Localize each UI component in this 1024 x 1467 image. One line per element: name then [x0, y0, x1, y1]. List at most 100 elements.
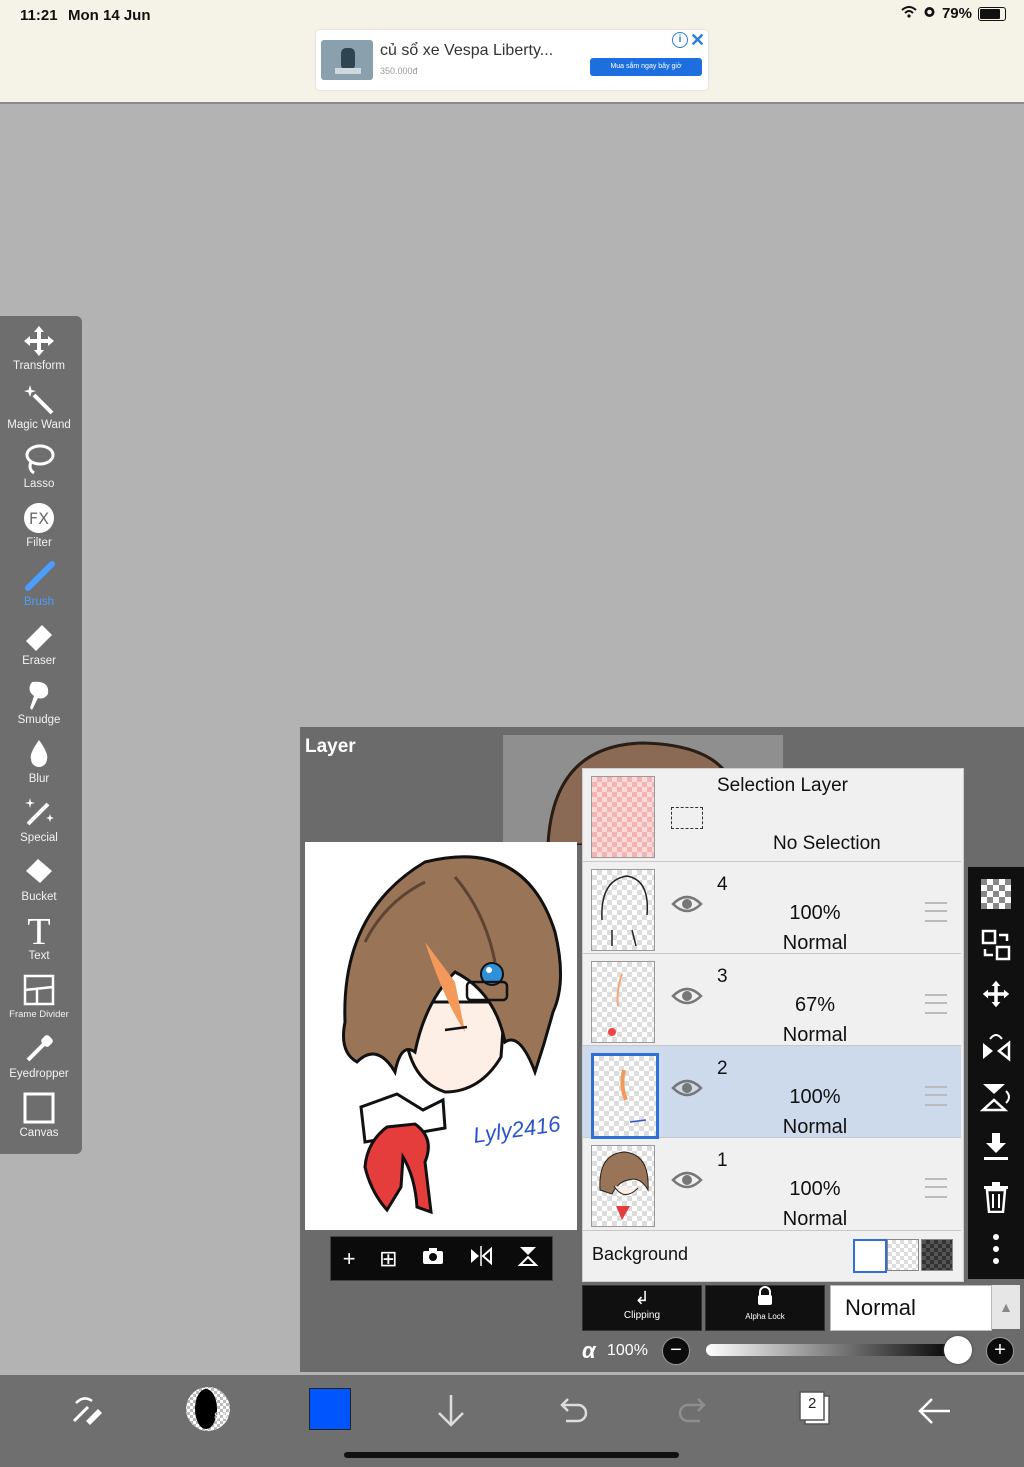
current-color-swatch[interactable]: [309, 1388, 351, 1430]
camera-icon[interactable]: [421, 1246, 445, 1272]
layers-count: 2: [808, 1395, 817, 1412]
alpha-lock-button[interactable]: Alpha Lock: [705, 1285, 825, 1331]
layer-opacity: 100%: [789, 1086, 841, 1108]
drag-handle-icon[interactable]: [925, 902, 947, 922]
tool-label: Canvas: [19, 1127, 59, 1139]
ad-banner[interactable]: củ sổ xe Vespa Liberty... 350.000đ Mua s…: [316, 30, 708, 90]
background-white-swatch[interactable]: [853, 1239, 887, 1273]
chevron-up-icon[interactable]: ▲: [992, 1285, 1020, 1329]
opacity-slider[interactable]: [706, 1344, 958, 1356]
canvas-preview[interactable]: Lyly2416: [305, 842, 577, 1230]
wifi-icon: [901, 5, 917, 22]
flip-vertical-icon[interactable]: [516, 1245, 540, 1273]
selection-layer-thumbnail: [591, 776, 655, 858]
clipping-icon: ↲: [634, 1288, 650, 1308]
tool-eyedropper[interactable]: Eyedropper: [0, 1032, 78, 1091]
layer-blend-mode: Normal: [782, 1208, 848, 1230]
add-layer-square-icon[interactable]: ⊞: [379, 1246, 397, 1272]
brush-icon: [0, 560, 78, 596]
layer-side-rail: [968, 867, 1024, 1279]
tool-blur[interactable]: Blur: [0, 737, 78, 796]
layer-opacity: 100%: [789, 1178, 841, 1200]
ad-image[interactable]: [321, 40, 373, 80]
background-transparent-swatch[interactable]: [887, 1239, 919, 1271]
battery-percent: 79%: [941, 5, 972, 22]
layer-number: 4: [717, 874, 728, 895]
status-right: 79%: [901, 5, 1006, 22]
ad-cta-button[interactable]: Mua sắm ngay bây giờ: [590, 58, 702, 76]
tool-label: Eyedropper: [9, 1068, 69, 1080]
layer-row[interactable]: 4 100% Normal: [583, 862, 961, 954]
tool-frame-divider[interactable]: Frame Divider: [0, 973, 78, 1032]
opacity-increase-button[interactable]: +: [986, 1337, 1014, 1365]
fx-icon: FX: [0, 501, 78, 537]
tool-label: Text: [28, 950, 50, 962]
tool-smudge[interactable]: Smudge: [0, 678, 78, 737]
layer-row-selected[interactable]: 2 100% Normal: [583, 1046, 961, 1139]
back-arrow-icon[interactable]: [914, 1391, 954, 1439]
layer-row[interactable]: 3 67% Normal: [583, 954, 961, 1046]
flip-horizontal-icon[interactable]: [968, 1031, 1024, 1070]
tool-bucket[interactable]: Bucket: [0, 855, 78, 914]
background-dark-swatch[interactable]: [921, 1239, 953, 1271]
brush-size-icon[interactable]: 8.8: [184, 1385, 232, 1441]
home-indicator: [344, 1452, 679, 1458]
tool-canvas[interactable]: Canvas: [0, 1091, 78, 1150]
tool-special[interactable]: Special: [0, 796, 78, 855]
layer-thumbnail: [591, 1053, 659, 1139]
drag-handle-icon[interactable]: [925, 994, 947, 1014]
visibility-eye-icon[interactable]: [671, 1170, 703, 1196]
layer-number: 3: [717, 966, 728, 987]
selection-layer-title: Selection Layer: [717, 775, 848, 796]
ad-title[interactable]: củ sổ xe Vespa Liberty...: [380, 42, 553, 60]
flip-horizontal-icon[interactable]: [469, 1245, 493, 1273]
visibility-eye-icon[interactable]: [671, 1078, 703, 1104]
tool-label: Smudge: [17, 714, 61, 726]
layer-transfer-icon[interactable]: [968, 929, 1024, 968]
alpha-lock-label: Alpha Lock: [745, 1312, 785, 1321]
tool-label: Blur: [28, 773, 50, 785]
arrow-down-icon[interactable]: [434, 1391, 468, 1439]
tool-eraser[interactable]: Eraser: [0, 619, 78, 678]
opacity-slider-knob[interactable]: [944, 1336, 972, 1364]
sparkle-icon: [0, 796, 78, 832]
flip-vertical-icon[interactable]: [968, 1081, 1024, 1120]
blend-mode-value: Normal: [845, 1295, 916, 1320]
redo-icon[interactable]: [676, 1391, 712, 1439]
selection-status: No Selection: [773, 833, 881, 854]
ad-info-icon[interactable]: i: [672, 32, 688, 48]
add-layer-icon[interactable]: +: [343, 1246, 356, 1272]
status-date: Mon 14 Jun: [68, 7, 151, 24]
selection-layer-row[interactable]: Selection Layer No Selection: [583, 769, 961, 862]
ad-close-icon[interactable]: ✕: [690, 30, 705, 51]
tool-transform[interactable]: Transform: [0, 324, 78, 383]
clipping-label: Clipping: [623, 1310, 661, 1321]
layers-count-button[interactable]: 2: [796, 1389, 836, 1437]
blend-mode-select[interactable]: Normal: [830, 1285, 992, 1331]
tool-magic-wand[interactable]: Magic Wand: [0, 383, 78, 442]
frame-divider-icon: [0, 973, 78, 1009]
undo-icon[interactable]: [554, 1391, 590, 1439]
drag-handle-icon[interactable]: [925, 1086, 947, 1106]
drag-handle-icon[interactable]: [925, 1178, 947, 1198]
visibility-eye-icon[interactable]: [671, 986, 703, 1012]
layer-opacity: 67%: [794, 994, 836, 1016]
alpha-symbol: α: [582, 1338, 596, 1363]
merge-down-icon[interactable]: [968, 1131, 1024, 1170]
opacity-value: 100%: [607, 1342, 648, 1359]
trash-icon[interactable]: [968, 1181, 1024, 1220]
tool-text[interactable]: T Text: [0, 913, 78, 973]
tool-brush[interactable]: Brush: [0, 560, 78, 619]
tool-filter[interactable]: FX Filter: [0, 501, 78, 560]
more-options-icon[interactable]: [968, 1233, 1024, 1272]
quick-tools-icon[interactable]: [66, 1391, 106, 1439]
move-icon[interactable]: [968, 979, 1024, 1016]
checkerboard-icon[interactable]: [968, 879, 1024, 916]
visibility-eye-icon[interactable]: [671, 894, 703, 920]
clipping-button[interactable]: ↲ Clipping: [582, 1285, 702, 1331]
layer-blend-mode: Normal: [782, 932, 848, 954]
layer-row[interactable]: 1 100% Normal: [583, 1138, 961, 1231]
tool-lasso[interactable]: Lasso: [0, 442, 78, 501]
opacity-decrease-button[interactable]: −: [662, 1337, 690, 1365]
status-time: 11:21: [20, 7, 58, 24]
